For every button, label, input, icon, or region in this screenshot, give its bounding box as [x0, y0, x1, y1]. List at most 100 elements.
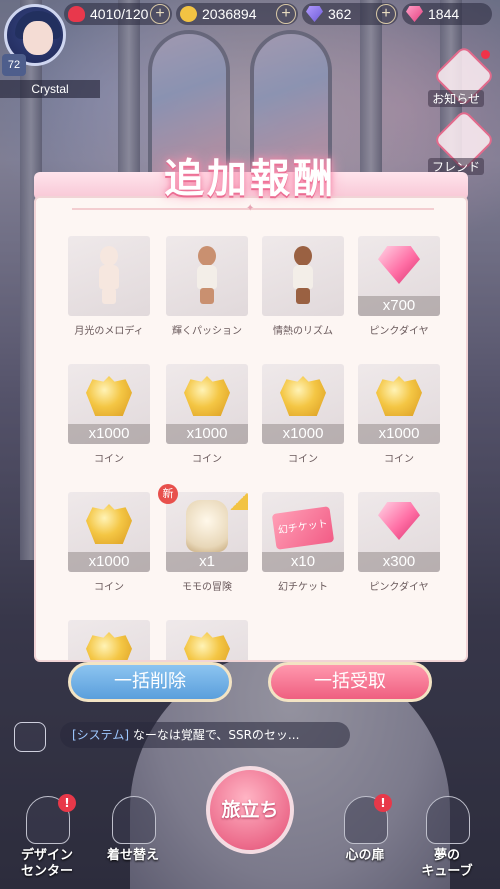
reward-item[interactable]: 幻チケット x10 幻チケット — [262, 492, 344, 604]
reward-name: 輝くパッション — [172, 326, 242, 337]
reward-item[interactable]: x1000 コイン — [358, 364, 440, 476]
coin-icon — [376, 376, 422, 416]
reward-quantity: x1000 — [68, 424, 150, 444]
reward-tile: x1000 — [262, 364, 344, 444]
reward-item[interactable]: x1000 コイン — [262, 364, 344, 476]
ribbon-icon — [230, 492, 248, 510]
coin-icon — [86, 376, 132, 416]
dress-icon — [112, 796, 156, 844]
reward-quantity: x1000 — [166, 424, 248, 444]
journey-button[interactable]: 旅立ち — [206, 766, 294, 854]
reward-name: コイン — [288, 454, 318, 465]
reward-quantity: x700 — [358, 296, 440, 316]
doll-body-icon — [290, 246, 316, 304]
reward-item[interactable]: x1 新モモの冒険 — [158, 484, 248, 604]
reward-tile — [68, 620, 150, 660]
chat-tag: [システム] — [72, 728, 130, 742]
reward-name: コイン — [94, 582, 124, 593]
pink-gem-icon — [406, 6, 423, 22]
reward-quantity: x10 — [262, 552, 344, 572]
nav-design-center[interactable]: ! デザイン センター — [12, 790, 82, 882]
reward-tile: x1000 — [68, 364, 150, 444]
reward-tile: x1000 — [358, 364, 440, 444]
add-coin-button[interactable]: + — [276, 4, 296, 24]
coin-counter: 2036894 + — [176, 3, 298, 25]
reward-item[interactable]: 月光のメロディ — [68, 236, 150, 348]
pink-gem-value: 1844 — [428, 6, 460, 22]
notice-label: お知らせ — [428, 90, 484, 107]
reward-item[interactable] — [166, 620, 248, 660]
nav-heart-door[interactable]: ! 心の扉 — [330, 790, 400, 882]
purple-gem-value: 362 — [328, 6, 352, 22]
reward-tile: x300 — [358, 492, 440, 572]
reward-tile — [68, 236, 150, 316]
reward-name: 月光のメロディ — [74, 326, 144, 337]
reward-name: ピンクダイヤ — [369, 582, 429, 593]
reward-quantity: x300 — [358, 552, 440, 572]
nav-label: デザイン センター — [20, 848, 73, 879]
reward-item[interactable]: x1000 コイン — [166, 364, 248, 476]
nav-label: 心の扉 — [345, 848, 385, 863]
resource-bar: 4010/120 + 2036894 + 362 + 1844 — [64, 3, 492, 27]
reward-name: コイン — [192, 454, 222, 465]
chat-bar[interactable]: [システム] なーなは覚醒で、SSRのセッ... — [60, 722, 350, 748]
reward-tile — [262, 236, 344, 316]
coin-icon — [280, 376, 326, 416]
pink-diamond-icon — [378, 502, 420, 540]
dialog-title: 追加報酬 — [164, 156, 336, 202]
reward-name: モモの冒険 — [182, 582, 232, 593]
nav-dream-cube[interactable]: 夢の キューブ — [412, 790, 482, 882]
reward-item[interactable]: x300 ピンクダイヤ — [358, 492, 440, 604]
star-icon: ✦ — [246, 203, 255, 214]
reward-item[interactable] — [68, 620, 150, 660]
level-badge: 72 — [2, 54, 26, 76]
nav-label: 夢の キューブ — [421, 848, 473, 879]
stamina-counter: 4010/120 + — [64, 3, 172, 25]
reward-item[interactable]: x1000 コイン — [68, 364, 150, 476]
dream-cube-icon — [426, 796, 470, 844]
reward-item[interactable]: x700 ピンクダイヤ — [358, 236, 440, 348]
notification-dot — [481, 50, 490, 59]
reward-item[interactable]: x1000 コイン — [68, 492, 150, 604]
nav-dress-up[interactable]: 着せ替え — [98, 790, 168, 882]
coin-icon — [184, 632, 230, 660]
doll-body-icon — [96, 246, 122, 304]
coin-icon — [180, 6, 197, 22]
reward-tile: x1 — [166, 492, 248, 572]
receive-all-button[interactable]: 一括受取 — [268, 662, 432, 702]
reward-tile: x1000 — [166, 364, 248, 444]
nav-label: 着せ替え — [106, 848, 159, 863]
purple-gem-icon — [306, 6, 323, 22]
reward-quantity: x1 — [166, 552, 248, 572]
reward-name: コイン — [384, 454, 414, 465]
add-stamina-button[interactable]: + — [150, 4, 170, 24]
coin-value: 2036894 — [202, 6, 257, 22]
reward-dialog: ✦ 月光のメロディ 輝くパッション 情熱のリズム x700 ピンクダイヤ x1000 コイン… — [34, 196, 468, 662]
alert-badge: ! — [58, 794, 76, 812]
reward-tile: 幻チケット x10 — [262, 492, 344, 572]
doll-body-icon — [194, 246, 220, 304]
delete-all-button[interactable]: 一括削除 — [68, 662, 232, 702]
reward-name: 情熱のリズム — [273, 326, 333, 337]
new-badge: 新 — [158, 484, 178, 504]
coin-icon — [86, 504, 132, 544]
reward-item[interactable]: 情熱のリズム — [262, 236, 344, 348]
reward-name: ピンクダイヤ — [369, 326, 429, 337]
pink-diamond-icon — [378, 246, 420, 284]
coin-icon — [86, 632, 132, 660]
add-purple-gem-button[interactable]: + — [376, 4, 396, 24]
reward-item[interactable]: 輝くパッション — [166, 236, 248, 348]
alert-badge: ! — [374, 794, 392, 812]
reward-name: 幻チケット — [278, 582, 328, 593]
chat-icon[interactable] — [14, 722, 46, 752]
reward-name: コイン — [94, 454, 124, 465]
player-name: Crystal — [0, 80, 100, 98]
reward-tile — [166, 620, 248, 660]
reward-tile: x700 — [358, 236, 440, 316]
coin-icon — [184, 376, 230, 416]
heart-icon — [68, 6, 85, 22]
ticket-icon: 幻チケット — [271, 506, 335, 550]
chat-message: なーなは覚醒で、SSRのセッ... — [132, 728, 300, 742]
reward-tile — [166, 236, 248, 316]
purple-gem-counter: 362 + — [302, 3, 398, 25]
